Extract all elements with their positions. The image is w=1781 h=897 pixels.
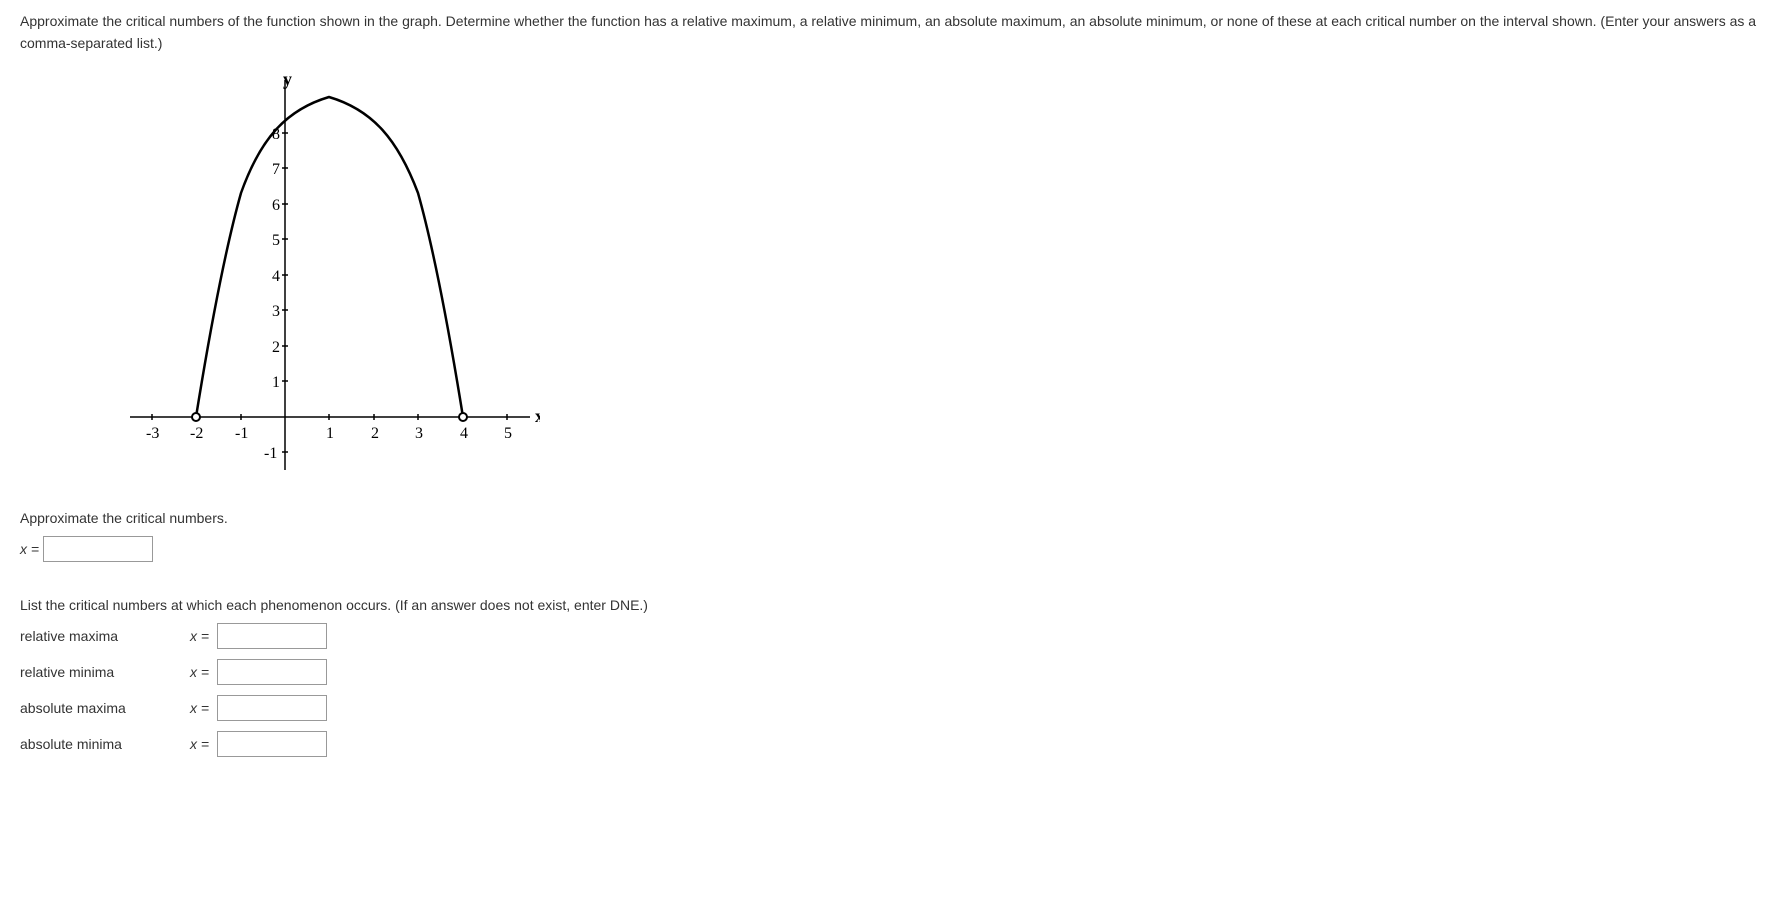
absolute-maxima-row: absolute maxima x = [20, 695, 1761, 721]
svg-text:x: x [535, 406, 540, 426]
svg-text:3: 3 [415, 425, 423, 442]
relative-minima-eq: x = [190, 664, 209, 680]
absolute-minima-eq: x = [190, 736, 209, 752]
svg-text:3: 3 [272, 303, 280, 320]
svg-text:-1: -1 [264, 445, 277, 462]
prompt-list-phenomena: List the critical numbers at which each … [20, 597, 1761, 613]
svg-text:1: 1 [272, 374, 280, 391]
svg-text:5: 5 [504, 425, 512, 442]
relative-minima-label: relative minima [20, 664, 190, 680]
critical-x-label: x = [20, 541, 39, 557]
graph-container: -3 -2 -1 1 2 3 4 5 -1 1 2 3 [120, 70, 1761, 490]
svg-text:6: 6 [272, 197, 280, 214]
critical-numbers-input[interactable] [43, 536, 153, 562]
question-text: Approximate the critical numbers of the … [20, 10, 1761, 55]
relative-minima-input[interactable] [217, 659, 327, 685]
relative-minima-row: relative minima x = [20, 659, 1761, 685]
svg-text:y: y [283, 70, 292, 89]
svg-text:2: 2 [272, 339, 280, 356]
absolute-minima-label: absolute minima [20, 736, 190, 752]
prompt-approximate: Approximate the critical numbers. [20, 510, 1761, 526]
svg-text:4: 4 [460, 425, 468, 442]
svg-text:-2: -2 [190, 425, 203, 442]
function-graph: -3 -2 -1 1 2 3 4 5 -1 1 2 3 [120, 70, 540, 490]
absolute-maxima-input[interactable] [217, 695, 327, 721]
svg-text:-3: -3 [146, 425, 159, 442]
svg-text:-1: -1 [235, 425, 248, 442]
svg-text:5: 5 [272, 232, 280, 249]
absolute-maxima-eq: x = [190, 700, 209, 716]
relative-maxima-row: relative maxima x = [20, 623, 1761, 649]
relative-maxima-eq: x = [190, 628, 209, 644]
svg-text:1: 1 [326, 425, 334, 442]
relative-maxima-input[interactable] [217, 623, 327, 649]
svg-text:4: 4 [272, 268, 280, 285]
absolute-minima-input[interactable] [217, 731, 327, 757]
svg-text:7: 7 [272, 161, 280, 178]
absolute-minima-row: absolute minima x = [20, 731, 1761, 757]
absolute-maxima-label: absolute maxima [20, 700, 190, 716]
svg-text:2: 2 [371, 425, 379, 442]
relative-maxima-label: relative maxima [20, 628, 190, 644]
x-ticks: -3 -2 -1 1 2 3 4 5 [146, 414, 512, 442]
critical-numbers-row: x = [20, 536, 1761, 562]
